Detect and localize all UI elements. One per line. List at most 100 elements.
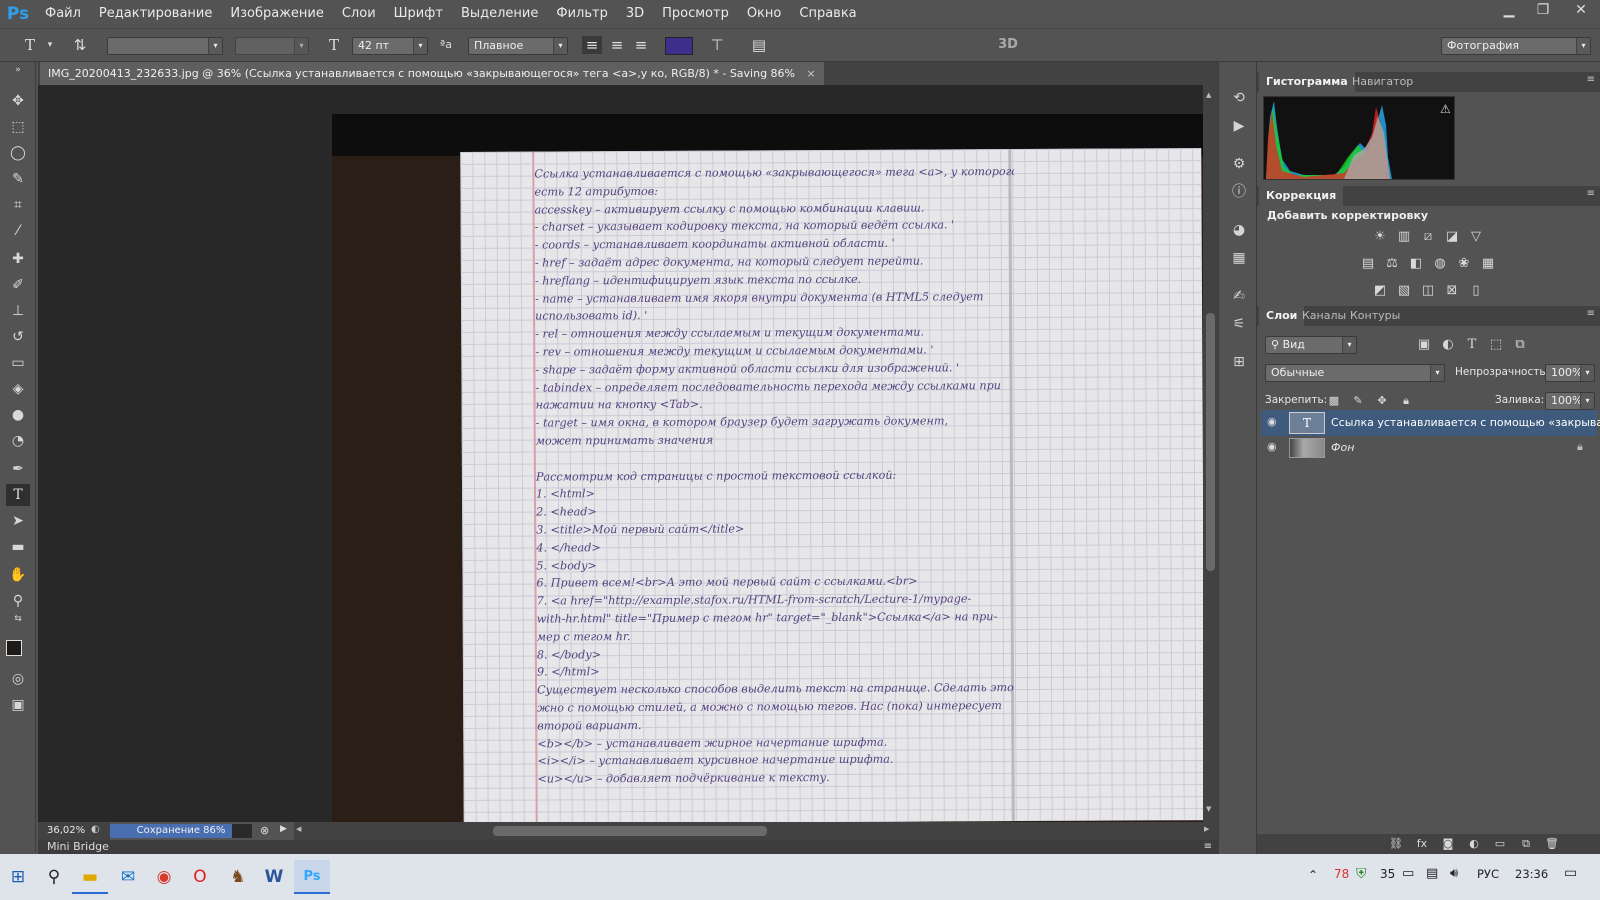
menu-filter[interactable]: Фильтр xyxy=(547,0,616,28)
tab-navigator[interactable]: Навигатор xyxy=(1345,72,1420,92)
menu-3d[interactable]: 3D xyxy=(617,0,653,28)
fill-field[interactable]: 100% ▾ xyxy=(1545,392,1595,410)
panel-menu-icon[interactable]: ≡ xyxy=(1587,74,1595,85)
scroll-up-icon[interactable]: ▲ xyxy=(1206,91,1211,99)
vibrance-icon[interactable]: ▽ xyxy=(1467,228,1485,246)
curves-icon[interactable]: ⧄ xyxy=(1419,228,1437,246)
search-icon[interactable]: ⚲ xyxy=(36,860,72,894)
battery-icon[interactable]: ▭ xyxy=(1402,866,1414,881)
tab-correction[interactable]: Коррекция xyxy=(1259,186,1344,206)
info-panel-icon[interactable]: ⓘ xyxy=(1228,182,1250,202)
blur-tool-icon[interactable]: ● xyxy=(6,404,30,426)
app-icon[interactable]: ♞ xyxy=(220,860,256,894)
threshold-icon[interactable]: ◫ xyxy=(1419,282,1437,300)
panel-menu-icon[interactable]: ≡ xyxy=(1587,188,1595,199)
notifications-icon[interactable]: ▭ xyxy=(1564,865,1577,881)
trash-icon[interactable]: 🗑︎ xyxy=(1543,835,1561,853)
mail-icon[interactable]: ✉ xyxy=(110,860,146,894)
eye-icon[interactable]: ◉ xyxy=(1267,440,1277,453)
zoom-tool-icon[interactable]: ⚲ xyxy=(6,590,30,612)
horizontal-scrollbar[interactable]: ◀ ▶ xyxy=(294,822,1218,840)
channel-mixer-icon[interactable]: ❀ xyxy=(1455,255,1473,273)
levels-icon[interactable]: ▥ xyxy=(1395,228,1413,246)
screen-mode-icon[interactable]: ▣ xyxy=(6,694,30,716)
eraser-tool-icon[interactable]: ▭ xyxy=(6,352,30,374)
font-family-select[interactable]: ▾ xyxy=(107,37,223,55)
menu-edit[interactable]: Редактирование xyxy=(90,0,221,28)
swap-colors-icon[interactable]: ⇆ xyxy=(6,612,30,626)
menu-select[interactable]: Выделение xyxy=(452,0,547,28)
hand-tool-icon[interactable]: ✋ xyxy=(6,564,30,586)
filter-adjustment-icon[interactable]: ◐ xyxy=(1439,336,1457,354)
type-tool-preset-icon[interactable]: T xyxy=(20,36,40,54)
swatches-panel-icon[interactable]: ▦ xyxy=(1228,248,1250,268)
align-center-icon[interactable]: ≡ xyxy=(607,36,627,54)
close-tab-icon[interactable]: × xyxy=(807,67,816,80)
color-balance-icon[interactable]: ⚖ xyxy=(1383,255,1401,273)
crop-tool-icon[interactable]: ⌗ xyxy=(6,194,30,216)
text-color-swatch[interactable] xyxy=(665,37,693,55)
collapse-icon[interactable]: » xyxy=(6,64,30,76)
status-info-icon[interactable]: ◐ xyxy=(91,824,100,835)
link-layers-icon[interactable]: ⛓ xyxy=(1387,835,1405,853)
paint-bucket-icon[interactable]: ◈ xyxy=(6,378,30,400)
document-tab[interactable]: IMG_20200413_232633.jpg @ 36% (Ссылка ус… xyxy=(40,62,824,85)
brush-presets-icon[interactable]: ⚟ xyxy=(1228,314,1250,334)
rectangle-tool-icon[interactable]: ▬ xyxy=(6,536,30,558)
horizontal-scroll-thumb[interactable] xyxy=(493,826,767,836)
opera-icon[interactable]: O xyxy=(182,860,218,894)
network-icon[interactable]: ▤ xyxy=(1426,866,1438,881)
tray-badge-1[interactable]: 78 xyxy=(1334,867,1349,881)
hue-saturation-icon[interactable]: ▤ xyxy=(1359,255,1377,273)
workspace-select[interactable]: Фотография ▾ xyxy=(1441,37,1591,55)
pen-tool-icon[interactable]: ✒ xyxy=(6,458,30,480)
tab-paths[interactable]: Контуры xyxy=(1343,306,1407,326)
close-window-button[interactable]: ✕ xyxy=(1564,0,1598,20)
move-tool-icon[interactable]: ✥ xyxy=(6,90,30,112)
menu-view[interactable]: Просмотр xyxy=(653,0,738,28)
menu-help[interactable]: Справка xyxy=(790,0,865,28)
path-select-icon[interactable]: ➤ xyxy=(6,510,30,532)
marquee-tool-icon[interactable]: ⬚ xyxy=(6,116,30,138)
color-panel-icon[interactable]: ◕ xyxy=(1228,220,1250,240)
align-left-icon[interactable]: ≡ xyxy=(582,36,602,54)
chrome-icon[interactable]: ◉ xyxy=(146,860,182,894)
shield-icon[interactable]: ⛨ xyxy=(1356,866,1367,882)
vertical-scrollbar[interactable]: ▲ ▼ xyxy=(1203,85,1218,822)
new-layer-icon[interactable]: ⧉ xyxy=(1517,835,1535,853)
input-language[interactable]: РУС xyxy=(1477,867,1499,881)
font-size-select[interactable]: 42 пт ▾ xyxy=(352,37,428,55)
restore-button[interactable]: ❐ xyxy=(1526,0,1560,20)
opacity-field[interactable]: 100% ▾ xyxy=(1545,364,1595,382)
3d-mode-label[interactable]: 3D xyxy=(993,36,1023,54)
filter-pixel-icon[interactable]: ▣ xyxy=(1415,336,1433,354)
canvas-area[interactable]: Ссылка устанавливается с помощью «закрыв… xyxy=(38,85,1203,822)
brightness-icon[interactable]: ☀ xyxy=(1371,228,1389,246)
filter-shape-icon[interactable]: ⬚ xyxy=(1487,336,1505,354)
chevron-down-icon[interactable]: ▾ xyxy=(40,36,60,54)
warp-text-icon[interactable]: ⊤ xyxy=(707,36,727,54)
menu-type[interactable]: Шрифт xyxy=(385,0,452,28)
font-style-select[interactable]: ▾ xyxy=(235,37,309,55)
text-orientation-icon[interactable]: ⇅ xyxy=(70,36,90,54)
lock-transparency-icon[interactable]: ▩ xyxy=(1325,392,1343,410)
layer-style-icon[interactable]: fx xyxy=(1413,835,1431,853)
lasso-tool-icon[interactable]: ◯ xyxy=(6,142,30,164)
healing-brush-icon[interactable]: ✚ xyxy=(6,248,30,270)
foreground-color-swatch[interactable] xyxy=(6,640,22,656)
panel-menu-icon[interactable]: ≡ xyxy=(1587,308,1595,319)
layer-filter-select[interactable]: ⚲ Вид ▾ xyxy=(1265,336,1357,354)
cancel-save-icon[interactable]: ⊗ xyxy=(260,824,269,837)
layer-row-text[interactable]: ◉ T Ссылка устанавливается с помощью «за… xyxy=(1261,410,1600,436)
scroll-left-icon[interactable]: ◀ xyxy=(296,825,301,833)
align-right-icon[interactable]: ≡ xyxy=(631,36,651,54)
tray-badge-2[interactable]: 35 xyxy=(1380,867,1395,881)
menu-layers[interactable]: Слои xyxy=(333,0,385,28)
scroll-down-icon[interactable]: ▼ xyxy=(1206,805,1211,813)
type-tool-icon[interactable]: T xyxy=(6,484,30,506)
windows-start-icon[interactable]: ⊞ xyxy=(0,860,36,894)
photo-filter-icon[interactable]: ◍ xyxy=(1431,255,1449,273)
history-panel-icon[interactable]: ⟲ xyxy=(1228,88,1250,108)
layer-mask-icon[interactable]: ◙ xyxy=(1439,835,1457,853)
tool-presets-icon[interactable]: ⚙ xyxy=(1228,154,1250,174)
